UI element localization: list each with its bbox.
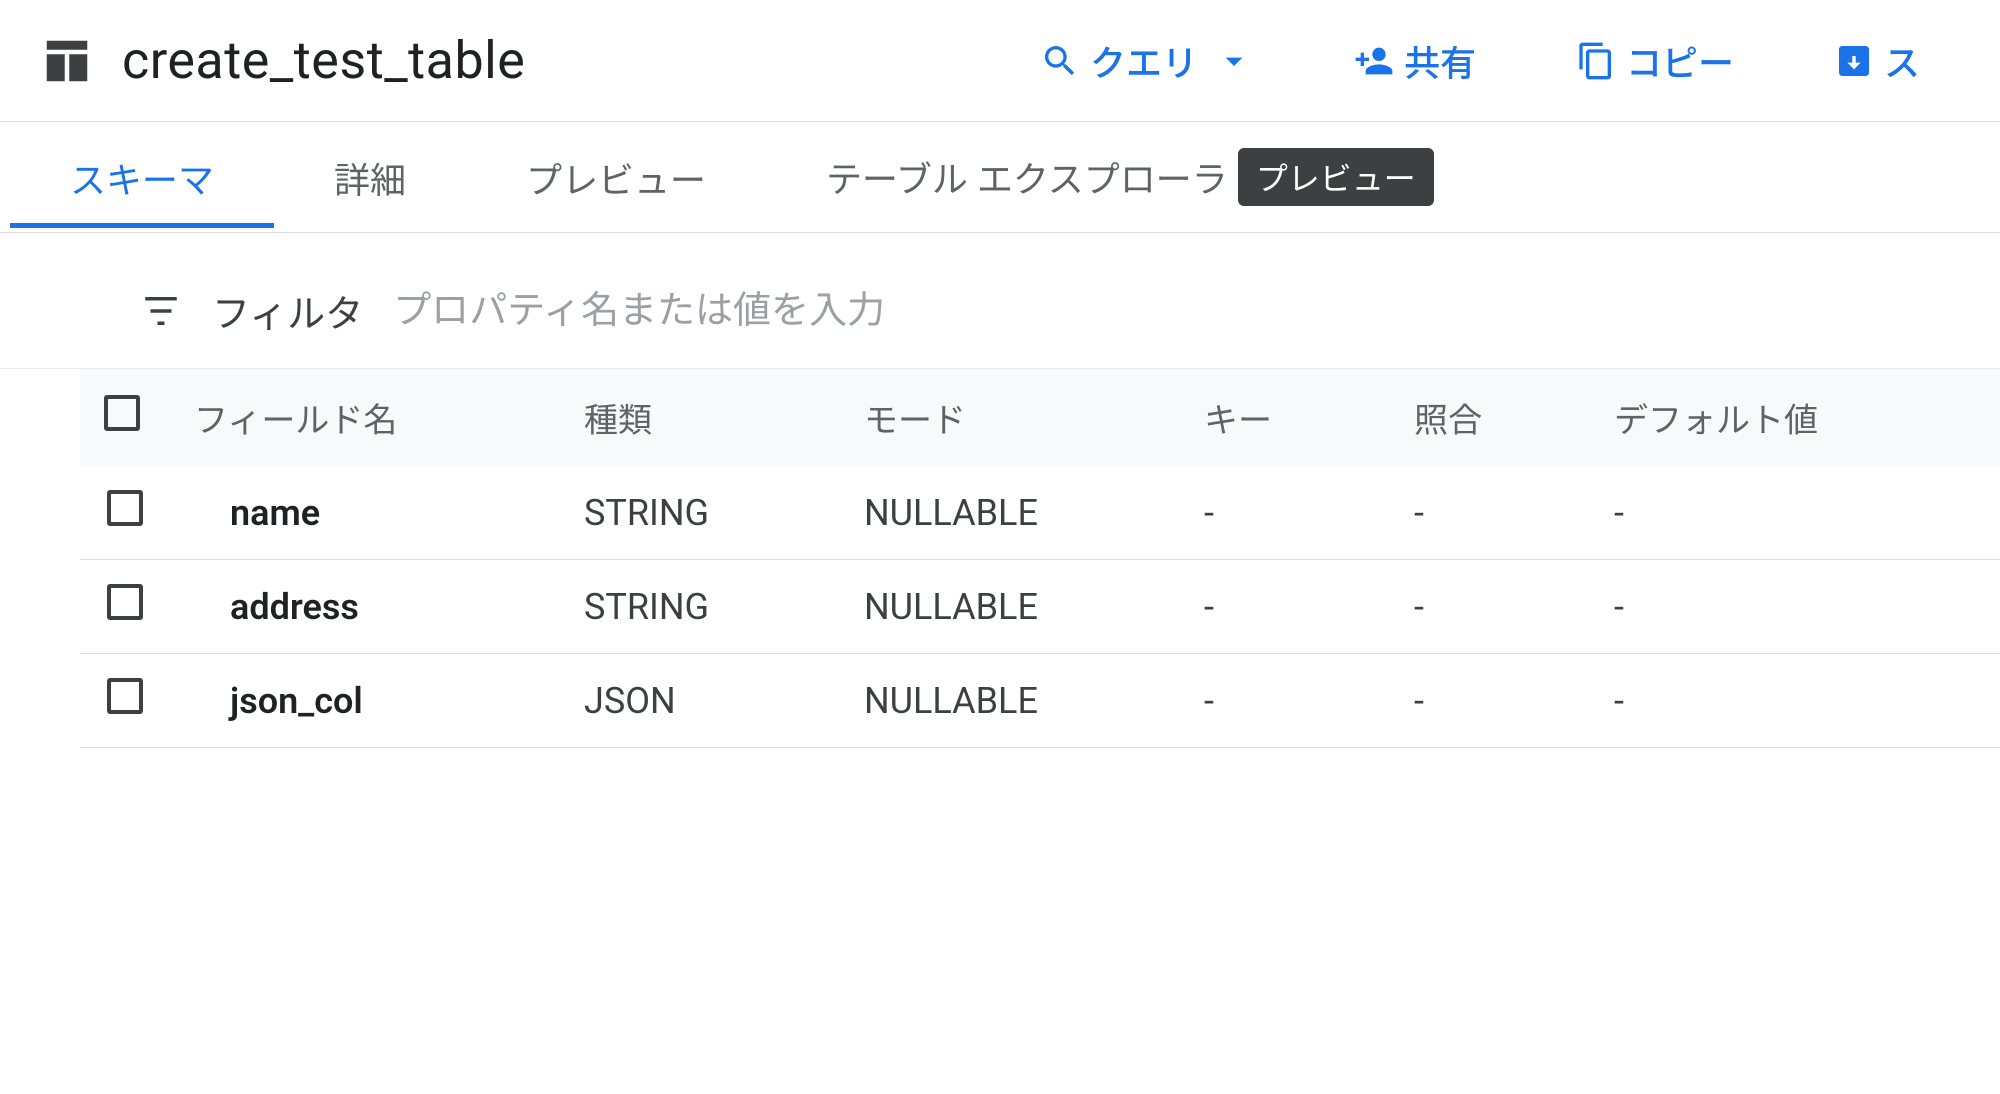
query-button-label: クエリ [1090, 35, 1198, 87]
table-icon [40, 34, 94, 88]
field-collation-cell: - [1390, 654, 1590, 748]
table-row: name STRING NULLABLE - - - [80, 466, 2000, 560]
col-header-collation: 照合 [1390, 369, 1590, 466]
col-header-key: キー [1180, 369, 1390, 466]
filter-bar: フィルタ [0, 233, 2000, 369]
dropdown-icon [1214, 41, 1254, 81]
add-person-icon [1354, 41, 1394, 81]
row-checkbox[interactable] [107, 678, 143, 714]
copy-button[interactable]: コピー [1576, 35, 1734, 87]
field-key-cell: - [1180, 654, 1390, 748]
field-collation-cell: - [1390, 560, 1590, 654]
tabs-bar: スキーマ 詳細 プレビュー テーブル エクスプローラ プレビュー [0, 121, 2000, 233]
field-key-cell: - [1180, 560, 1390, 654]
snapshot-button-label: ス [1884, 35, 1920, 87]
query-button[interactable]: クエリ [1040, 35, 1254, 87]
row-checkbox[interactable] [107, 490, 143, 526]
field-default-cell: - [1590, 466, 2000, 560]
field-type-cell: STRING [560, 560, 840, 654]
tab-table-explorer-label: テーブル エクスプローラ [826, 151, 1228, 203]
col-header-field-name: フィールド名 [170, 369, 560, 466]
field-mode-cell: NULLABLE [840, 560, 1180, 654]
preview-badge: プレビュー [1238, 148, 1434, 206]
share-button[interactable]: 共有 [1354, 35, 1476, 87]
share-button-label: 共有 [1404, 35, 1476, 87]
copy-button-label: コピー [1626, 35, 1734, 87]
field-name-cell: name [170, 466, 560, 560]
table-header-row: フィールド名 種類 モード キー 照合 デフォルト値 [80, 369, 2000, 466]
field-type-cell: JSON [560, 654, 840, 748]
table-row: json_col JSON NULLABLE - - - [80, 654, 2000, 748]
page-title: create_test_table [122, 30, 525, 91]
field-name-cell: json_col [170, 654, 560, 748]
field-mode-cell: NULLABLE [840, 466, 1180, 560]
row-checkbox[interactable] [107, 584, 143, 620]
col-header-mode: モード [840, 369, 1180, 466]
filter-input[interactable] [393, 289, 1950, 333]
field-mode-cell: NULLABLE [840, 654, 1180, 748]
table-row: address STRING NULLABLE - - - [80, 560, 2000, 654]
search-icon [1040, 41, 1080, 81]
filter-label: フィルタ [212, 283, 363, 338]
snapshot-button[interactable]: ス [1834, 35, 1920, 87]
tab-details[interactable]: 詳細 [274, 126, 466, 228]
col-header-type: 種類 [560, 369, 840, 466]
header-actions: クエリ 共有 コピー ス [1040, 35, 1960, 87]
field-key-cell: - [1180, 466, 1390, 560]
snapshot-icon [1834, 41, 1874, 81]
schema-table: フィールド名 種類 モード キー 照合 デフォルト値 name STRING N… [0, 369, 2000, 748]
field-collation-cell: - [1390, 466, 1590, 560]
col-header-default: デフォルト値 [1590, 369, 2000, 466]
field-default-cell: - [1590, 560, 2000, 654]
tab-schema[interactable]: スキーマ [10, 126, 274, 228]
tab-table-explorer[interactable]: テーブル エクスプローラ プレビュー [766, 122, 1454, 232]
select-all-checkbox[interactable] [104, 395, 140, 431]
field-type-cell: STRING [560, 466, 840, 560]
page-header: create_test_table クエリ 共有 コピー ス [0, 0, 2000, 121]
tab-preview[interactable]: プレビュー [466, 126, 766, 228]
copy-icon [1576, 41, 1616, 81]
field-name-cell: address [170, 560, 560, 654]
filter-icon [140, 290, 182, 332]
field-default-cell: - [1590, 654, 2000, 748]
